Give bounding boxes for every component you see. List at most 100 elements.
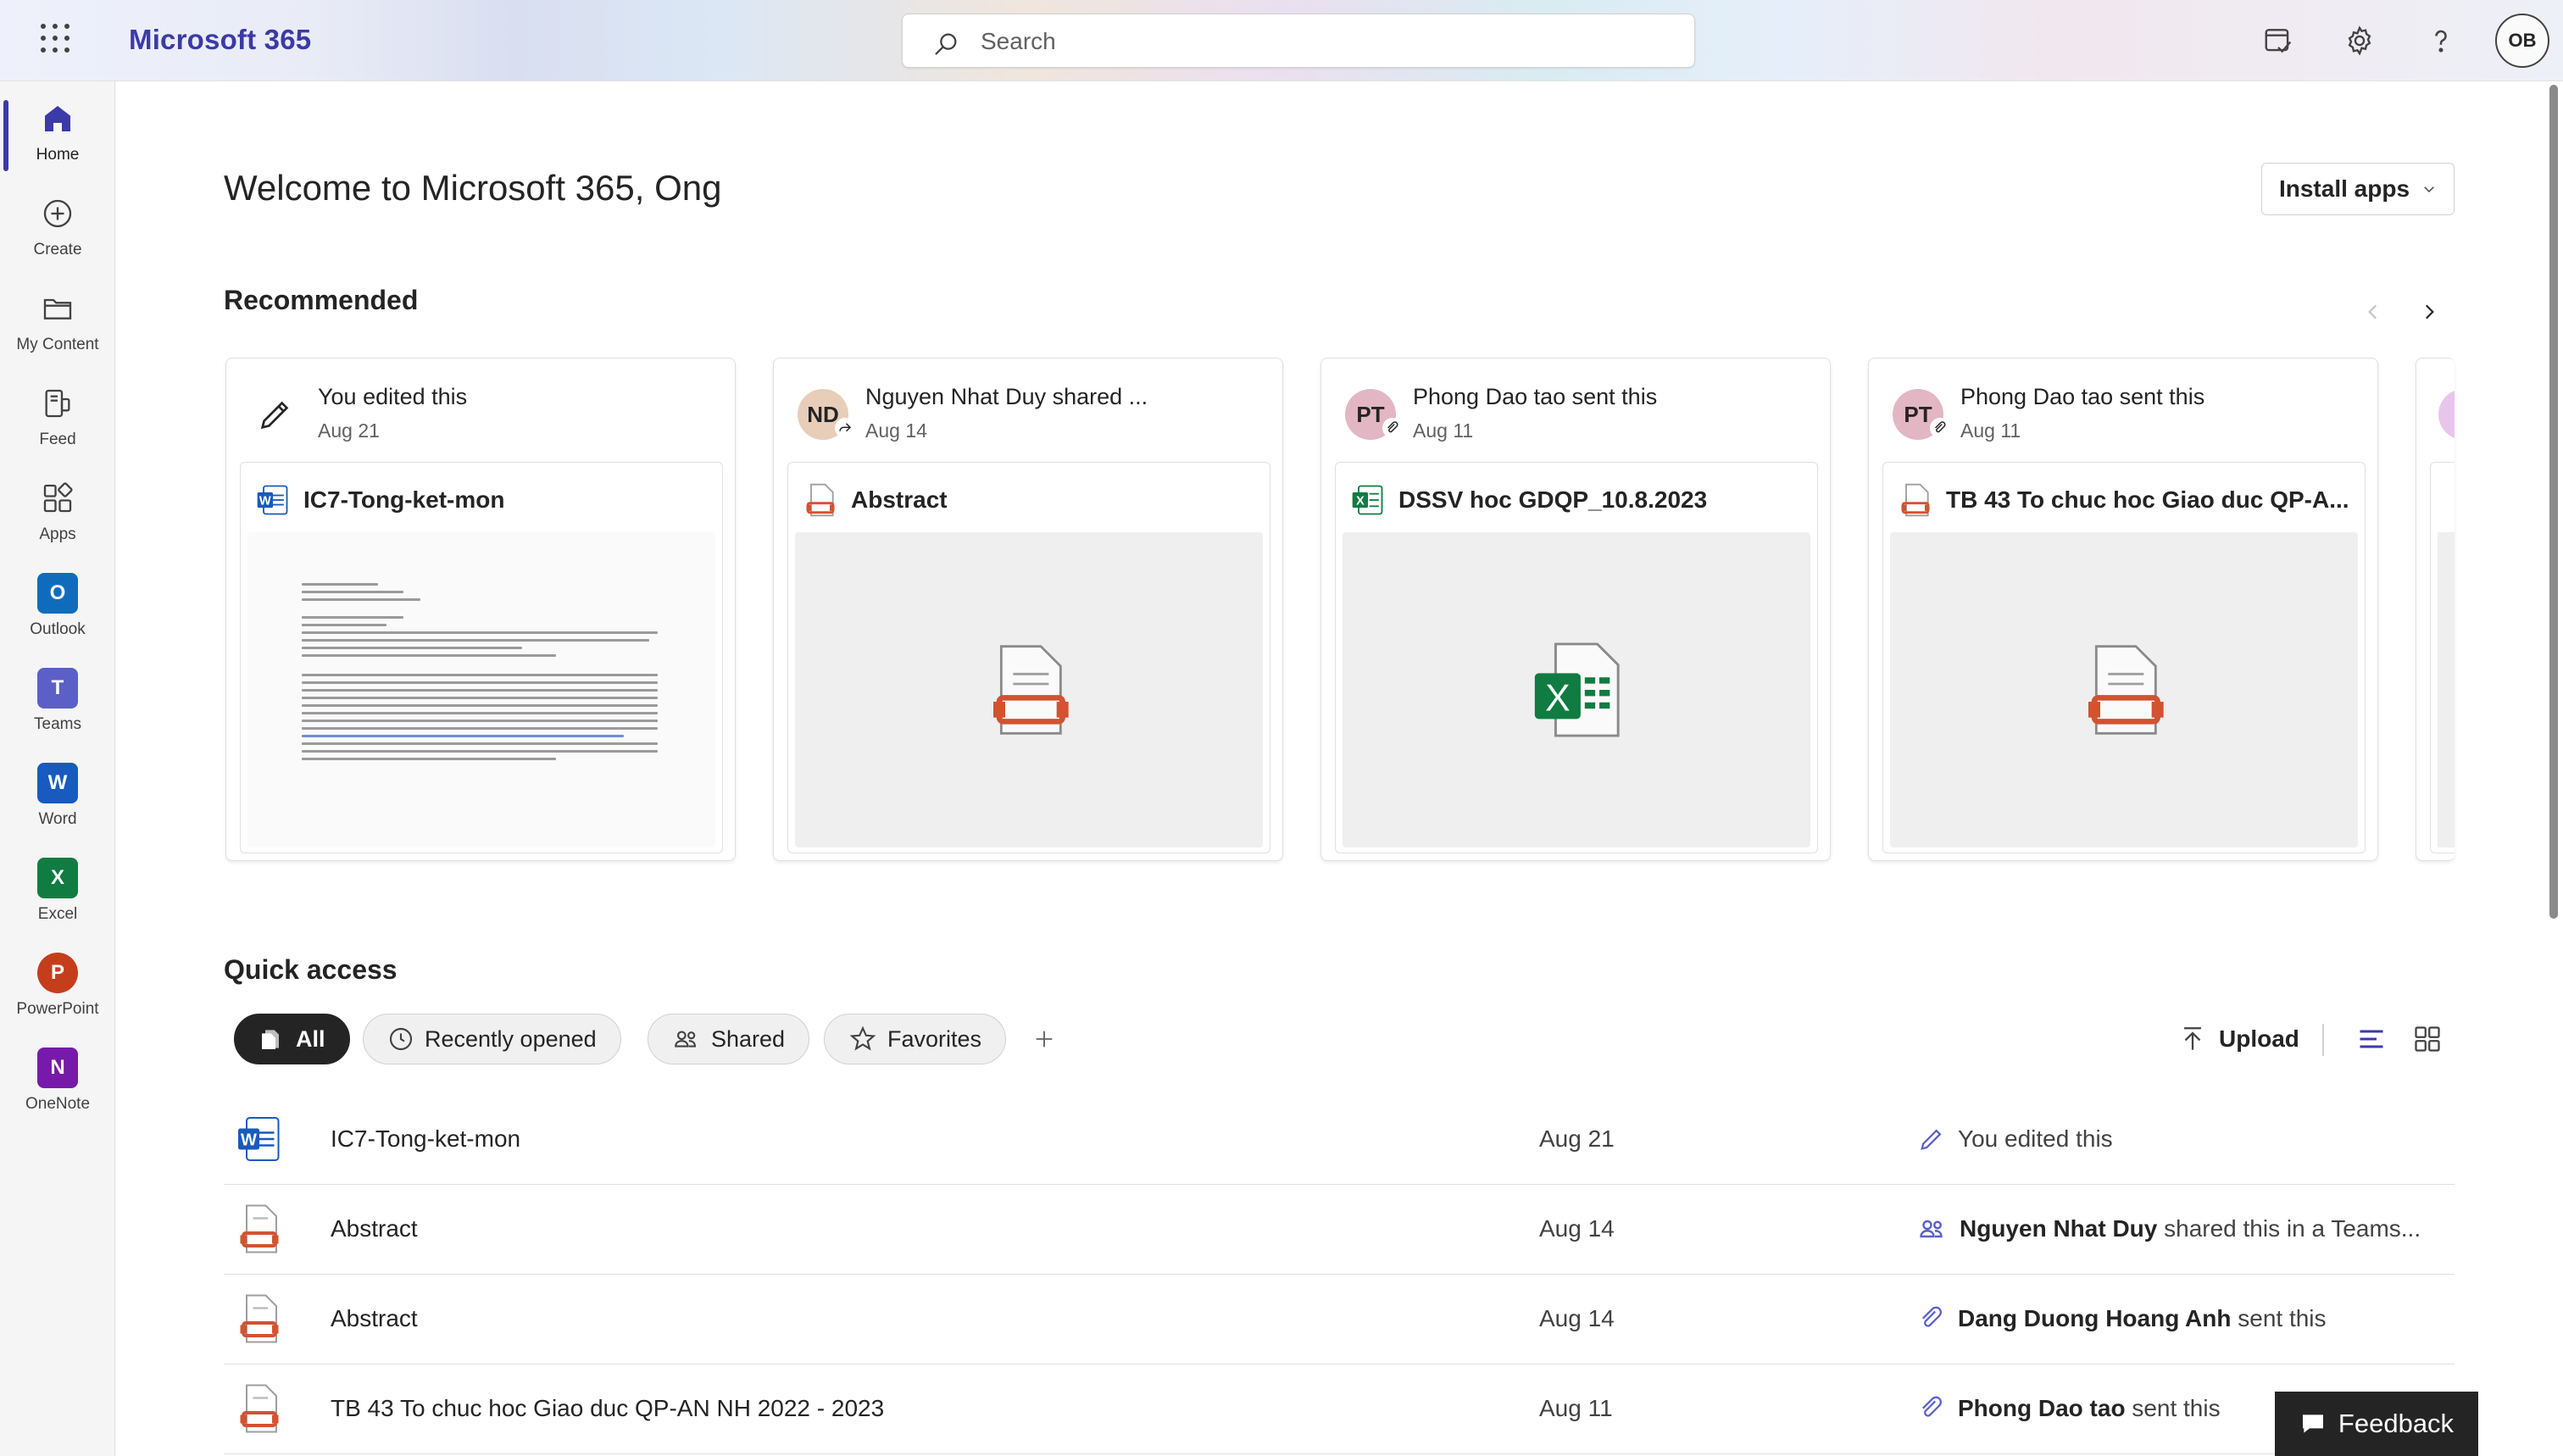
card-date: Aug 11 [1413, 420, 1474, 442]
rail-item-word[interactable]: W Word [0, 753, 115, 841]
activity-actor: Dang Duong Hoang Anh [1958, 1305, 2232, 1331]
recommended-card[interactable]: PT Phong Dao tao sent this Aug 11 X DSSV… [1320, 358, 1831, 861]
add-filter-plus-icon[interactable] [1027, 1022, 1061, 1056]
search-icon [935, 33, 957, 55]
card-activity: Phong Dao tao sent this [1413, 384, 1658, 409]
filter-recently-opened[interactable]: Recently opened [363, 1014, 621, 1064]
file-date: Aug 21 [1539, 1125, 1615, 1152]
word-file-icon: W [257, 485, 288, 515]
pdf-thumbnail-icon [1890, 532, 2358, 847]
filter-label: All [296, 1025, 325, 1052]
rail-label: OneNote [25, 1095, 91, 1113]
recommended-card[interactable]: ND Nguyen Nhat Duy shared ... Aug 14 Abs… [773, 358, 1283, 861]
file-name: TB 43 To chuc hoc Giao duc QP-AN NH 2022… [331, 1395, 885, 1421]
grid-view-icon[interactable] [2409, 1020, 2446, 1058]
rail-item-outlook[interactable]: O Outlook [0, 563, 115, 651]
teams-icon: T [37, 668, 78, 709]
feedback-button[interactable]: Feedback [2275, 1392, 2478, 1456]
chevron-down-icon [2424, 186, 2434, 193]
activity-text: sent this [2125, 1395, 2221, 1421]
recommended-card-partial[interactable] [2416, 358, 2455, 861]
card-file-preview[interactable]: TB 43 To chuc hoc Giao duc QP-A... [1882, 462, 2366, 853]
card-file-preview [2430, 462, 2455, 853]
help-icon[interactable] [2421, 20, 2461, 61]
card-file-preview[interactable]: W IC7-Tong-ket-mon [240, 462, 723, 853]
page-scrollbar[interactable] [2549, 85, 2558, 919]
comment-icon [2302, 1414, 2323, 1433]
card-activity: Nguyen Nhat Duy shared ... [865, 384, 1148, 409]
install-apps-button[interactable]: Install apps [2261, 163, 2455, 215]
document-thumbnail [247, 532, 715, 847]
avatar: PT [1345, 389, 1403, 440]
powerpoint-icon: P [37, 953, 78, 993]
activity-actor: Phong Dao tao [1958, 1395, 2126, 1421]
card-file-name: DSSV hoc GDQP_10.8.2023 [1398, 486, 1708, 513]
rail-item-onenote[interactable]: N OneNote [0, 1037, 115, 1125]
card-activity: You edited this [318, 384, 468, 409]
filter-shared[interactable]: Shared [648, 1014, 810, 1064]
carousel-next-icon[interactable] [2412, 295, 2446, 329]
upload-button[interactable]: Upload [2178, 1019, 2299, 1059]
page-title: Welcome to Microsoft 365, Ong [224, 168, 722, 208]
active-indicator [3, 100, 8, 171]
word-file-icon: W [234, 1114, 285, 1164]
pencil-icon [250, 389, 301, 440]
calendar-check-icon[interactable] [2258, 20, 2299, 61]
file-date: Aug 14 [1539, 1305, 1615, 1331]
app-launcher-icon[interactable] [41, 24, 71, 54]
file-row[interactable]: Abstract Aug 14 Nguyen Nhat Duy shared t… [224, 1185, 2455, 1275]
card-file-preview[interactable]: X DSSV hoc GDQP_10.8.2023 X [1335, 462, 1818, 853]
home-icon [37, 98, 78, 139]
file-row[interactable]: W IC7-Tong-ket-mon Aug 21 You edited thi… [224, 1095, 2455, 1185]
filter-favorites[interactable]: Favorites [824, 1014, 1007, 1064]
list-view-icon[interactable] [2353, 1020, 2390, 1058]
toolbar-divider [2322, 1024, 2324, 1056]
recommended-card[interactable]: You edited this Aug 21 W IC7-Tong-ket-mo… [225, 358, 736, 861]
recommended-card[interactable]: PT Phong Dao tao sent this Aug 11 TB 43 … [1868, 358, 2378, 861]
feed-icon [37, 383, 78, 424]
excel-file-icon: X [1352, 485, 1383, 515]
rail-label: Create [33, 241, 82, 258]
pencil-icon [1921, 1129, 1942, 1150]
outlook-icon: O [37, 573, 78, 614]
feedback-label: Feedback [2338, 1409, 2455, 1438]
svg-text:W: W [259, 495, 271, 508]
file-row[interactable]: TB 43 To chuc hoc Giao duc QP-AN NH 2022… [224, 1364, 2455, 1454]
rail-item-home[interactable]: Home [0, 88, 115, 176]
avatar: ND [798, 389, 855, 440]
rail-item-apps[interactable]: Apps [0, 468, 115, 556]
app-title[interactable]: Microsoft 365 [129, 24, 311, 56]
recommended-heading: Recommended [224, 285, 419, 315]
rail-item-my-content[interactable]: My Content [0, 278, 115, 366]
star-icon [849, 1025, 876, 1051]
filter-all[interactable]: All [234, 1014, 350, 1064]
onenote-icon: N [37, 1048, 78, 1088]
rail-label: Word [38, 810, 77, 828]
carousel-prev-icon[interactable] [2356, 295, 2390, 329]
search-input[interactable] [981, 25, 1659, 58]
files-icon [262, 1030, 279, 1049]
avatar: PT [1893, 389, 1950, 440]
rail-item-feed[interactable]: Feed [0, 373, 115, 461]
card-file-preview[interactable]: Abstract [787, 462, 1270, 853]
rail-item-powerpoint[interactable]: P PowerPoint [0, 942, 115, 1031]
settings-gear-icon[interactable] [2339, 20, 2380, 61]
user-avatar[interactable]: OB [2495, 14, 2549, 68]
file-name: Abstract [331, 1215, 418, 1242]
pdf-thumbnail-icon [795, 532, 1263, 847]
search-box[interactable] [902, 14, 1695, 68]
file-activity: You edited this [1917, 1122, 2113, 1156]
rail-item-create[interactable]: Create [0, 183, 115, 271]
activity-text: You edited this [1958, 1125, 2113, 1152]
filter-label: Recently opened [425, 1025, 597, 1052]
file-row[interactable]: Abstract Aug 14 Dang Duong Hoang Anh sen… [224, 1275, 2455, 1364]
card-date: Aug 21 [318, 420, 380, 442]
pdf-file-icon [806, 483, 835, 517]
pdf-file-icon [234, 1293, 285, 1344]
file-date: Aug 14 [1539, 1215, 1615, 1242]
rail-item-teams[interactable]: T Teams [0, 658, 115, 746]
attachment-icon [1921, 1396, 1942, 1417]
rail-item-excel[interactable]: X Excel [0, 847, 115, 936]
card-file-name: TB 43 To chuc hoc Giao duc QP-A... [1946, 486, 2349, 513]
rail-label: PowerPoint [16, 1000, 99, 1018]
